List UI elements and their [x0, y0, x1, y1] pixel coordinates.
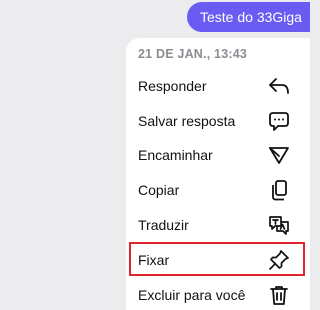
- menu-item-pin[interactable]: Fixar: [126, 243, 310, 277]
- chat-bubble-icon: [267, 110, 291, 132]
- menu-item-forward[interactable]: Encaminhar: [126, 138, 310, 172]
- message-bubble[interactable]: Teste do 33Giga: [187, 2, 310, 32]
- menu-item-translate[interactable]: Traduzir: [126, 208, 310, 242]
- menu-item-label: Fixar: [138, 252, 170, 268]
- trash-icon: [267, 284, 291, 306]
- message-date: 21 DE JAN., 13:43: [138, 47, 248, 61]
- menu-item-delete-for-you[interactable]: Excluir para você: [126, 278, 310, 310]
- copy-icon: [267, 179, 291, 201]
- menu-item-label: Encaminhar: [138, 147, 213, 163]
- menu-item-label: Excluir para você: [138, 287, 246, 303]
- send-icon: [267, 144, 291, 166]
- menu-item-save-reply[interactable]: Salvar resposta: [126, 104, 310, 138]
- reply-icon: [267, 75, 291, 97]
- translate-icon: [267, 214, 291, 236]
- menu-item-reply[interactable]: Responder: [126, 69, 310, 103]
- message-text: Teste do 33Giga: [200, 9, 302, 25]
- menu-item-label: Copiar: [138, 182, 180, 198]
- context-menu: 21 DE JAN., 13:43 Responder Salvar respo…: [126, 38, 310, 310]
- pin-icon: [267, 249, 291, 271]
- menu-item-label: Traduzir: [138, 217, 189, 233]
- menu-item-label: Salvar resposta: [138, 113, 236, 129]
- menu-item-copy[interactable]: Copiar: [126, 173, 310, 207]
- menu-item-label: Responder: [138, 78, 207, 94]
